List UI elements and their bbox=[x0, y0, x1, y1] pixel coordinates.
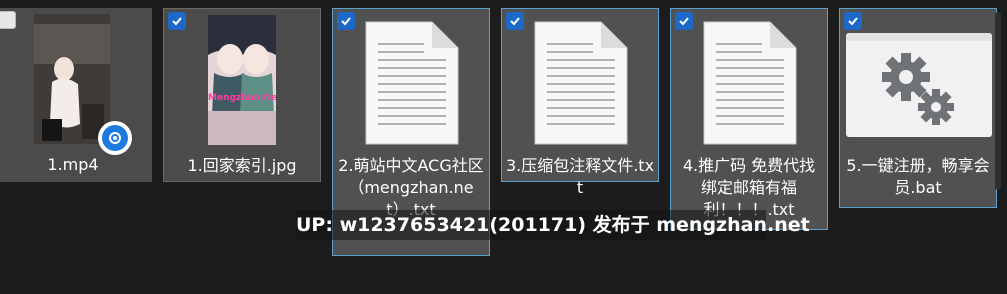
checkmark-icon bbox=[679, 17, 689, 26]
watermark-overlay: UP: w1237653421(201171) 发布于 mengzhan.net bbox=[296, 210, 810, 240]
checkmark-icon bbox=[510, 17, 520, 26]
file-name-label: 1.回家索引.jpg bbox=[187, 156, 297, 175]
selection-checkbox[interactable] bbox=[844, 12, 862, 30]
file-name-label: 1.mp4 bbox=[47, 155, 99, 174]
text-file-icon bbox=[364, 20, 460, 146]
text-file-icon bbox=[533, 20, 629, 146]
video-thumbnail bbox=[34, 14, 110, 144]
file-name-label: 5.一键注册，畅享会员.bat bbox=[846, 156, 990, 197]
file-name-label: 3.压缩包注释文件.txt bbox=[505, 156, 655, 197]
selection-checkbox[interactable] bbox=[0, 11, 16, 29]
batch-file-icon bbox=[846, 33, 992, 137]
file-tile-text[interactable]: 4.推广码 免费代找 绑定邮箱有福利！！！.txt bbox=[670, 8, 828, 230]
checkmark-icon bbox=[341, 17, 351, 26]
selection-checkbox[interactable] bbox=[337, 12, 355, 30]
file-tile-batch[interactable]: 5.一键注册，畅享会员.bat bbox=[839, 8, 997, 208]
file-tile-video[interactable]: 1.mp4 bbox=[0, 8, 152, 182]
text-file-icon bbox=[702, 20, 798, 146]
file-tile-image[interactable]: Mengzhan.Net 1.回家索引.jpg bbox=[163, 8, 321, 182]
video-thumbnail-figure bbox=[34, 14, 110, 144]
vertical-scrollbar[interactable] bbox=[995, 12, 1001, 190]
image-thumbnail: Mengzhan.Net bbox=[208, 15, 276, 145]
gear-icon bbox=[882, 53, 954, 125]
selection-checkbox[interactable] bbox=[168, 12, 186, 30]
file-tile-text[interactable]: 3.压缩包注释文件.txt bbox=[501, 8, 659, 197]
selection-checkbox[interactable] bbox=[675, 12, 693, 30]
thumbnail-watermark: Mengzhan.Net bbox=[208, 93, 276, 103]
checkmark-icon bbox=[172, 17, 182, 26]
checkmark-icon bbox=[848, 17, 858, 26]
selection-checkbox[interactable] bbox=[506, 12, 524, 30]
cloud-status-icon bbox=[98, 121, 132, 155]
